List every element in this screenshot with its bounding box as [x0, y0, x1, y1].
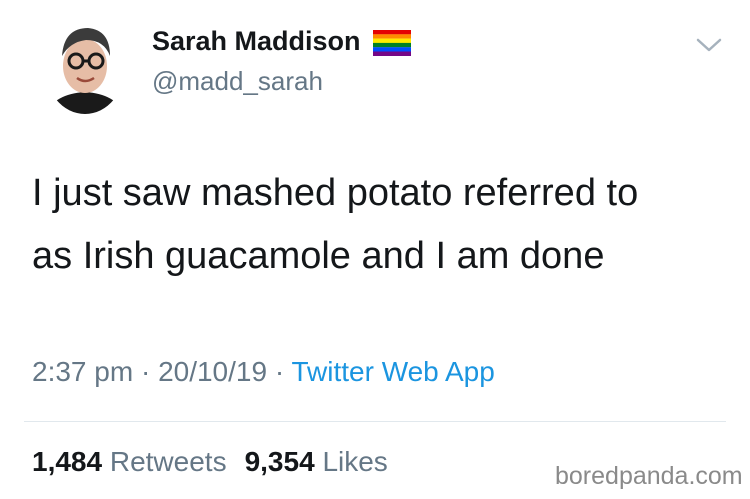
- author-name-row[interactable]: Sarah Maddison: [152, 26, 411, 57]
- tweet-date[interactable]: 20/10/19: [158, 356, 267, 387]
- retweets-count: 1,484: [32, 446, 103, 477]
- retweets-label: Retweets: [109, 446, 227, 477]
- tweet-text: I just saw mashed potato referred to as …: [32, 162, 722, 288]
- meta-separator: ·: [274, 356, 285, 387]
- likes-count: 9,354: [244, 446, 315, 477]
- author-name[interactable]: Sarah Maddison: [152, 26, 361, 57]
- meta-separator: ·: [140, 356, 151, 387]
- rainbow-flag-icon: [372, 29, 411, 56]
- divider: [24, 421, 726, 422]
- author-handle[interactable]: @madd_sarah: [152, 66, 323, 97]
- retweets-stat[interactable]: 1,484 Retweets: [32, 446, 227, 477]
- tweet-text-line-2: as Irish guacamole and I am done: [32, 235, 605, 277]
- tweet-meta: 2:37 pm · 20/10/19 · Twitter Web App: [32, 356, 495, 388]
- watermark: boredpanda.com: [555, 462, 743, 490]
- tweet-source-link[interactable]: Twitter Web App: [291, 356, 494, 387]
- likes-stat[interactable]: 9,354 Likes: [245, 446, 388, 477]
- avatar[interactable]: [44, 14, 126, 114]
- tweet-time[interactable]: 2:37 pm: [32, 356, 133, 387]
- tweet-text-line-1: I just saw mashed potato referred to: [32, 172, 639, 214]
- tweet-stats: 1,484 Retweets 9,354 Likes: [32, 446, 388, 478]
- likes-label: Likes: [322, 446, 388, 477]
- chevron-down-icon[interactable]: [694, 34, 724, 56]
